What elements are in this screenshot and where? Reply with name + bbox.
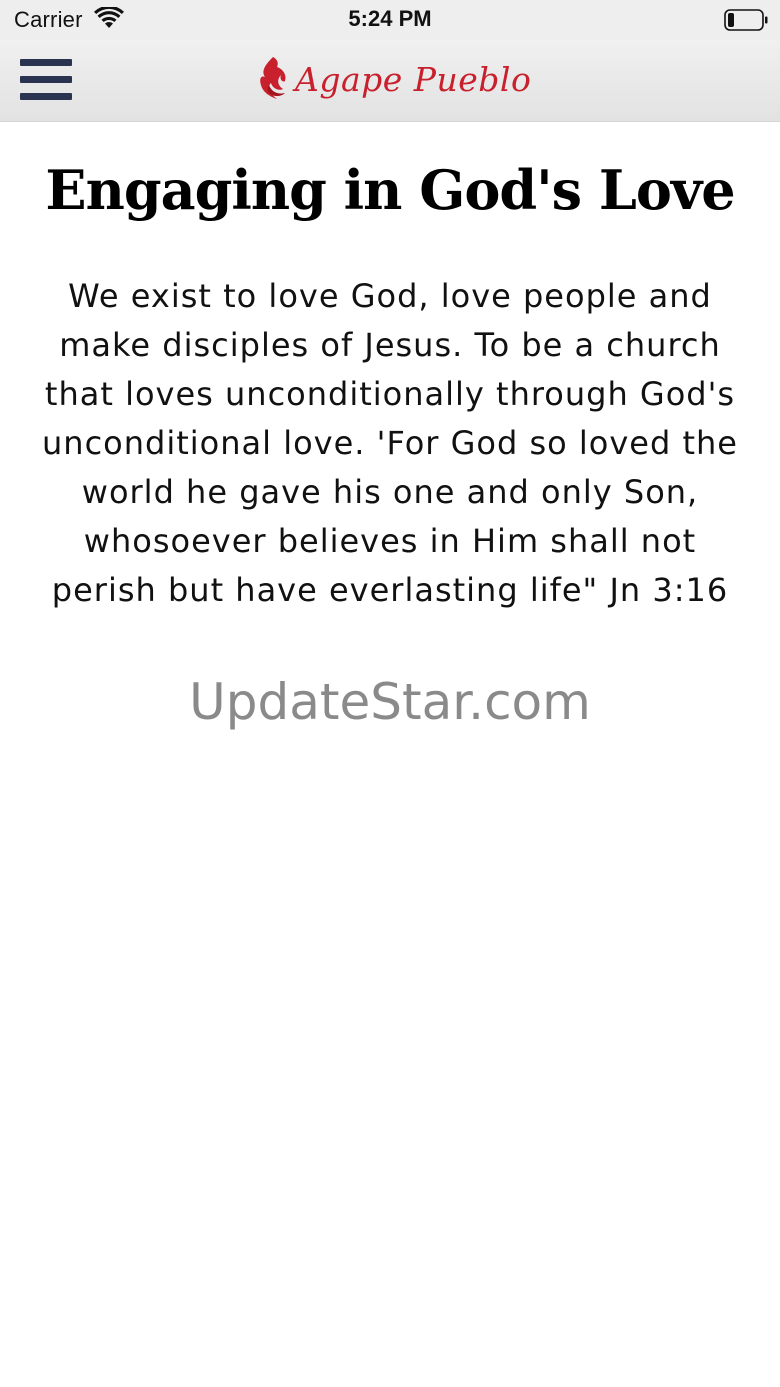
status-bar: Carrier 5:24 PM <box>0 0 780 40</box>
flame-icon <box>260 57 286 99</box>
hamburger-menu-icon[interactable] <box>20 59 72 101</box>
clock: 5:24 PM <box>348 6 432 31</box>
main-content: Engaging in God's Love We exist to love … <box>0 121 780 731</box>
brand-logo[interactable]: Agape Pueblo <box>255 54 531 104</box>
navigation-bar: Agape Pueblo <box>0 40 780 122</box>
battery-icon <box>724 9 768 31</box>
watermark-text: UpdateStar.com <box>189 673 591 731</box>
page-title: Engaging in God's Love <box>45 158 735 222</box>
brand-name: Agape Pueblo <box>295 59 532 99</box>
mission-statement: We exist to love God, love people and ma… <box>42 277 738 609</box>
